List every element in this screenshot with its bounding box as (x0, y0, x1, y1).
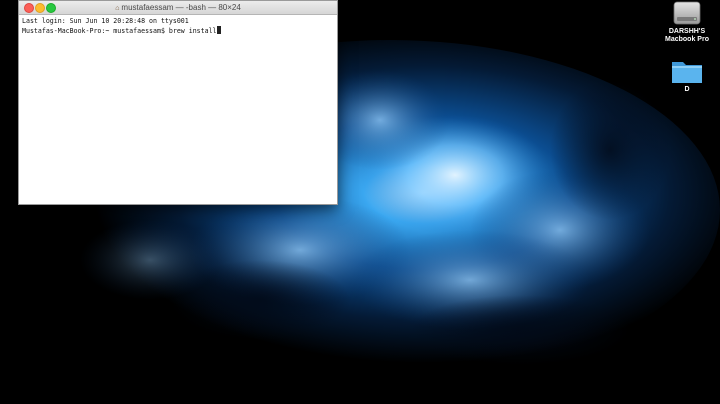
drive-label-line2: Macbook Pro (665, 36, 709, 43)
text-cursor (217, 26, 222, 34)
desktop-folder[interactable]: D (655, 56, 719, 94)
terminal-line-last-login: Last login: Sun Jun 10 20:28:48 on ttys0… (22, 17, 189, 25)
home-folder-icon: ⌂ (115, 5, 120, 12)
prompt-text: Mustafas-MacBook-Pro:~ mustafaessam$ bre… (22, 27, 217, 35)
desktop-drive[interactable]: DARSHH'S Macbook Pro (655, 0, 719, 44)
folder-icon (672, 62, 702, 83)
window-title: ⌂ mustafaessam — -bash — 80×24 (19, 1, 337, 14)
folder-label: D (684, 86, 690, 93)
terminal-content[interactable]: Last login: Sun Jun 10 20:28:48 on ttys0… (19, 15, 337, 38)
terminal-titlebar[interactable]: ⌂ mustafaessam — -bash — 80×24 (19, 1, 337, 15)
terminal-line-prompt: Mustafas-MacBook-Pro:~ mustafaessam$ bre… (22, 26, 334, 36)
hard-drive-icon (673, 1, 701, 25)
drive-label-line1: DARSHH'S (668, 28, 706, 35)
window-title-text: mustafaessam — -bash — 80×24 (121, 3, 241, 12)
terminal-window[interactable]: ⌂ mustafaessam — -bash — 80×24 Last login… (18, 0, 338, 205)
